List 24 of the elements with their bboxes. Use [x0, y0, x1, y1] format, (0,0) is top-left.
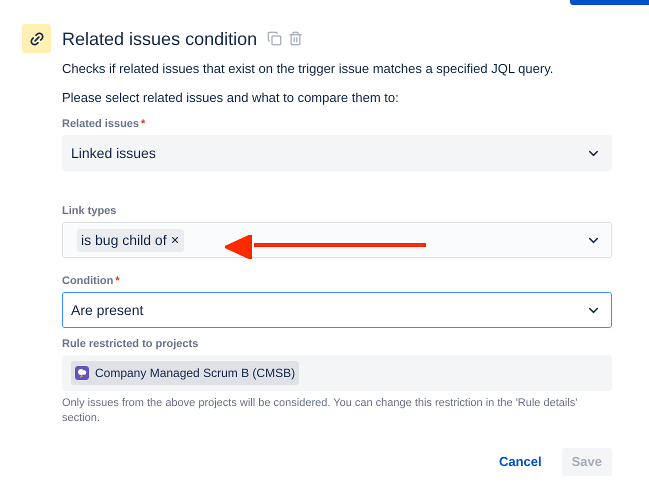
link-icon [22, 24, 51, 53]
field-label: Rule restricted to projects [62, 337, 198, 351]
select-field[interactable]: Linked issues [62, 135, 612, 171]
project-field[interactable]: Company Managed Scrum B (CMSB) [62, 355, 612, 391]
required-asterisk: * [141, 117, 146, 131]
field-label: Link types [62, 204, 116, 218]
field-label: Related issues [62, 117, 140, 131]
copy-icon[interactable] [267, 31, 282, 46]
link-type-tag: is bug child of [77, 228, 184, 252]
prompt-text: Please select related issues and what to compare them to: [62, 89, 400, 107]
cancel-button[interactable]: Cancel [488, 448, 552, 476]
delete-icon[interactable] [288, 31, 304, 46]
project-avatar-icon [75, 366, 89, 380]
field-label: Condition [62, 274, 114, 288]
required-asterisk: * [115, 274, 120, 288]
select-value: Linked issues [71, 144, 157, 162]
window-title: Related issues condition [62, 28, 258, 50]
select-value: Are present [71, 300, 144, 320]
project-tag: Company Managed Scrum B (CMSB) [71, 361, 300, 385]
description: Checks if related issues that exist on the trigger issue matches a specified JQL query. [62, 60, 554, 78]
select-field[interactable]: Are present [62, 292, 612, 328]
help-text: Only issues from the above projects will be considered. You can change this restriction in the 'Rule details' section. [62, 396, 578, 426]
select-field[interactable]: is bug child of [62, 222, 612, 258]
remove-icon[interactable] [170, 235, 180, 245]
